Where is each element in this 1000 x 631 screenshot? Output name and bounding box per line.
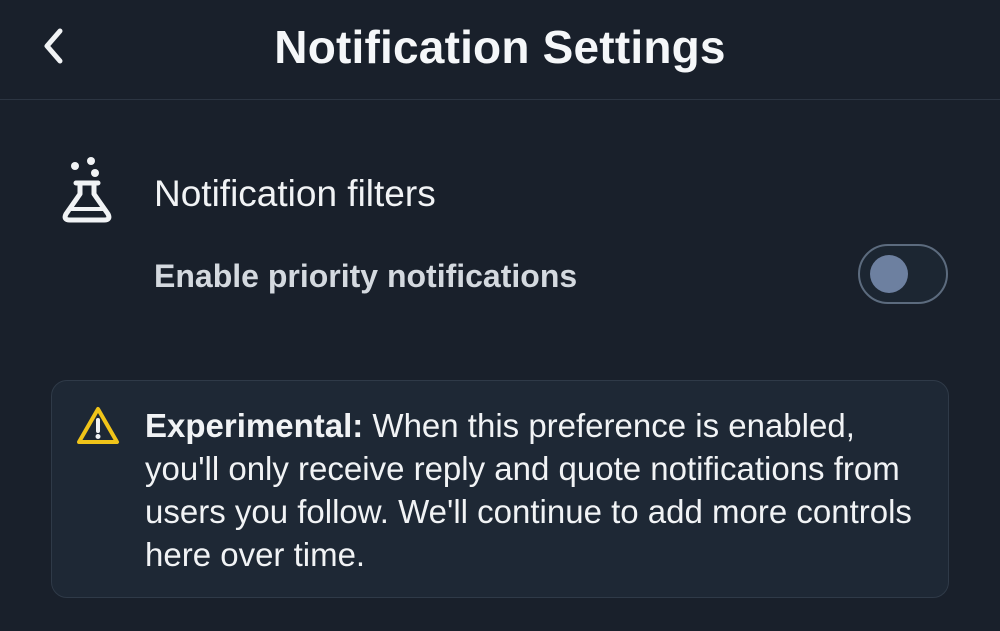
experimental-notice: Experimental: When this preference is en… bbox=[51, 380, 949, 598]
warning-icon bbox=[76, 405, 120, 447]
notice-text: Experimental: When this preference is en… bbox=[145, 404, 935, 576]
header: Notification Settings bbox=[0, 0, 1000, 100]
priority-toggle-row: Enable priority notifications bbox=[154, 244, 950, 306]
flask-icon bbox=[58, 156, 116, 226]
notice-lead: Experimental: bbox=[145, 407, 364, 444]
section-title: Notification filters bbox=[154, 173, 436, 214]
priority-toggle-label: Enable priority notifications bbox=[154, 258, 578, 294]
page-title: Notification Settings bbox=[274, 21, 726, 73]
priority-toggle[interactable] bbox=[858, 244, 948, 304]
toggle-knob bbox=[870, 255, 908, 293]
